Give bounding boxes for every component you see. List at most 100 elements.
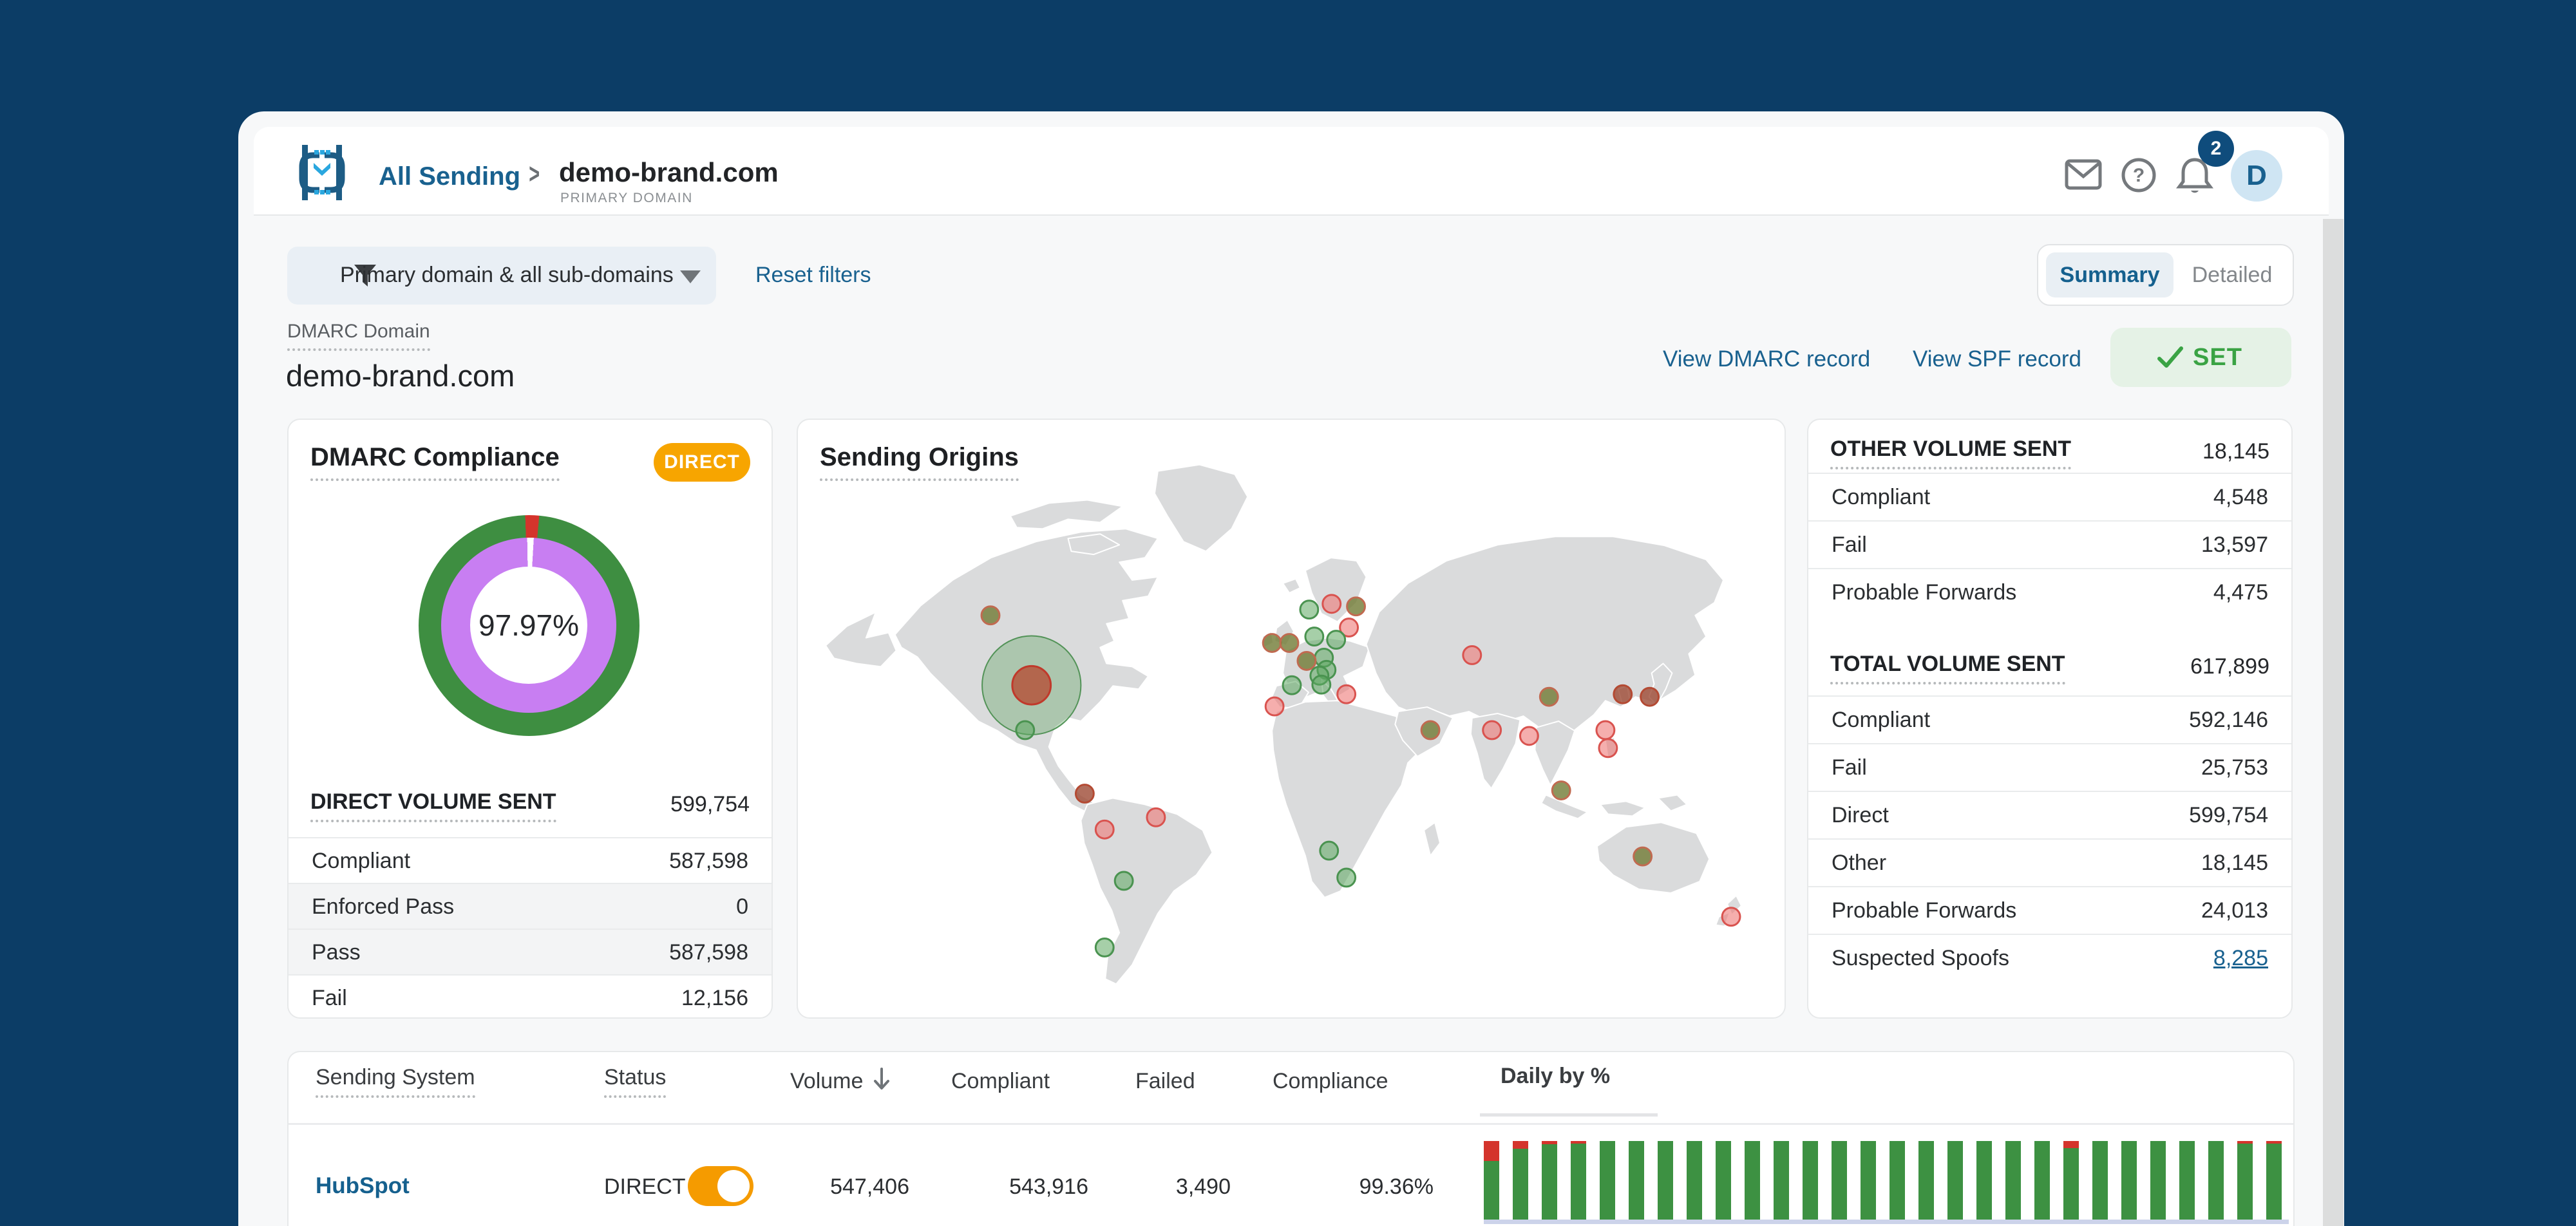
origin-dot-olive[interactable]: [980, 605, 1001, 626]
daily-bar[interactable]: [1629, 1141, 1644, 1220]
origin-dot-pink[interactable]: [1321, 594, 1342, 614]
daily-bar[interactable]: [1861, 1141, 1876, 1220]
origin-dot-green[interactable]: [1094, 938, 1115, 957]
daily-bar[interactable]: [2092, 1141, 2108, 1220]
daily-bar[interactable]: [1571, 1141, 1586, 1220]
total-volume-row-value[interactable]: 8,285: [2213, 946, 2268, 971]
total-volume-row-value: 24,013: [2201, 898, 2268, 923]
origin-dot-pink[interactable]: [1146, 807, 1166, 827]
daily-bar[interactable]: [1542, 1141, 1557, 1220]
origin-dot-olive[interactable]: [1551, 780, 1571, 800]
daily-bar-pass-segment: [2237, 1144, 2253, 1220]
daily-bar-fail-segment: [1484, 1141, 1499, 1161]
col-daily-by-pct: Daily by %: [1501, 1064, 1611, 1088]
origin-dot-green[interactable]: [1336, 867, 1357, 888]
origin-dot-olive[interactable]: [1633, 846, 1653, 867]
origin-dot-olive[interactable]: [1346, 596, 1366, 617]
origin-dot-pink[interactable]: [1595, 720, 1616, 740]
tab-detailed[interactable]: Detailed: [2180, 252, 2284, 297]
us-fail-dot[interactable]: [1011, 665, 1052, 706]
origin-dot-green[interactable]: [1299, 599, 1320, 620]
daily-bar-pass-segment: [1947, 1141, 1963, 1220]
origin-dot-darkred[interactable]: [1074, 784, 1095, 804]
daily-bar[interactable]: [1687, 1141, 1702, 1220]
origin-dot-green[interactable]: [1319, 840, 1340, 861]
world-map[interactable]: [798, 420, 1785, 1017]
daily-bar[interactable]: [1658, 1141, 1673, 1220]
origin-dot-pink[interactable]: [1336, 684, 1357, 704]
origin-dot-olive[interactable]: [1420, 720, 1441, 740]
other-volume-value: 18,145: [2202, 439, 2269, 464]
compliance-row: Fail 12,156: [289, 974, 772, 1020]
view-dmarc-record-link[interactable]: View DMARC record: [1663, 346, 1870, 372]
origin-dot-pink[interactable]: [1598, 738, 1618, 759]
daily-bar-pass-segment: [2150, 1141, 2166, 1220]
dmarcian-logo[interactable]: [292, 145, 352, 200]
origin-dot-pink[interactable]: [1462, 645, 1482, 665]
table-row-volume: 547,406: [830, 1174, 909, 1199]
origin-dot-darkred[interactable]: [1640, 686, 1660, 707]
daily-bar[interactable]: [1947, 1141, 1963, 1220]
origin-dot-green[interactable]: [1113, 871, 1134, 891]
daily-bar[interactable]: [2034, 1141, 2050, 1220]
origin-dot-olive[interactable]: [1296, 650, 1317, 671]
col-sending-system: Sending System: [316, 1065, 475, 1098]
vertical-scrollbar[interactable]: [2323, 219, 2344, 1226]
origin-dot-green[interactable]: [1311, 674, 1332, 695]
origin-dot-pink[interactable]: [1519, 726, 1539, 746]
daily-bar[interactable]: [2179, 1141, 2195, 1220]
origin-dot-olive[interactable]: [1539, 686, 1559, 707]
total-volume-row-value: 599,754: [2189, 803, 2268, 827]
daily-bar[interactable]: [1832, 1141, 1847, 1220]
daily-bar[interactable]: [1803, 1141, 1818, 1220]
compliance-row-label: Compliant: [312, 848, 411, 873]
avatar[interactable]: D: [2231, 150, 2282, 202]
daily-bar[interactable]: [2208, 1141, 2224, 1220]
dmarc-set-button[interactable]: SET: [2110, 328, 2291, 387]
breadcrumb-all-sending[interactable]: All Sending: [379, 162, 520, 191]
chevron-down-icon[interactable]: [680, 270, 701, 283]
daily-bar[interactable]: [2266, 1141, 2282, 1220]
origin-dot-green[interactable]: [1304, 627, 1325, 646]
daily-bar-pass-segment: [1658, 1141, 1673, 1220]
daily-bars-baseline[interactable]: [1484, 1220, 2289, 1224]
daily-bar[interactable]: [1484, 1141, 1499, 1220]
daily-bar[interactable]: [1513, 1141, 1528, 1220]
daily-bar[interactable]: [2150, 1141, 2166, 1220]
table-row-system-link[interactable]: HubSpot: [316, 1173, 410, 1199]
daily-bar[interactable]: [1716, 1141, 1731, 1220]
daily-bar[interactable]: [2063, 1141, 2079, 1220]
other-volume-row-value: 13,597: [2201, 533, 2268, 557]
daily-bar[interactable]: [1745, 1141, 1760, 1220]
daily-bar[interactable]: [1918, 1141, 1934, 1220]
origin-dot-pink[interactable]: [1264, 696, 1285, 717]
origin-dot-darkred[interactable]: [1613, 684, 1633, 704]
daily-bar[interactable]: [2005, 1141, 2021, 1220]
daily-bar[interactable]: [2121, 1141, 2137, 1220]
other-volume-row-label: Fail: [1832, 533, 1867, 557]
tab-summary[interactable]: Summary: [2046, 252, 2174, 297]
origin-dot-pink[interactable]: [1482, 720, 1502, 740]
daily-bar-fail-segment: [1513, 1141, 1528, 1149]
origin-dot-green[interactable]: [1015, 720, 1036, 740]
origin-dot-olive[interactable]: [1279, 633, 1300, 653]
reset-filters-link[interactable]: Reset filters: [755, 263, 871, 288]
daily-bar[interactable]: [2237, 1141, 2253, 1220]
daily-bar[interactable]: [1889, 1141, 1905, 1220]
mail-icon[interactable]: [2065, 158, 2102, 191]
page-title-domain: demo-brand.com: [286, 359, 515, 393]
daily-bar-pass-segment: [1774, 1141, 1789, 1220]
origin-dot-pink[interactable]: [1721, 907, 1741, 927]
help-icon[interactable]: ?: [2121, 157, 2157, 193]
daily-bar[interactable]: [1774, 1141, 1789, 1220]
status-toggle[interactable]: [688, 1166, 753, 1206]
origin-dot-pink[interactable]: [1094, 819, 1115, 840]
sort-desc-icon[interactable]: [871, 1066, 893, 1092]
direct-badge: DIRECT: [654, 443, 750, 482]
origin-dot-green[interactable]: [1326, 630, 1347, 650]
daily-bar[interactable]: [1976, 1141, 1992, 1220]
view-spf-record-link[interactable]: View SPF record: [1913, 346, 2081, 372]
origin-dot-olive[interactable]: [1262, 633, 1282, 653]
origin-dot-green[interactable]: [1282, 675, 1302, 695]
daily-bar[interactable]: [1600, 1141, 1615, 1220]
